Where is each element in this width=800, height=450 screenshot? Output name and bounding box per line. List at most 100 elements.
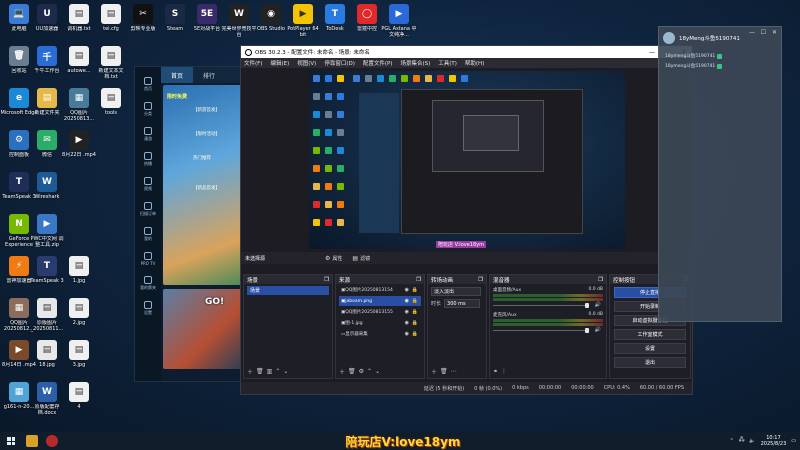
desktop-icon[interactable]: ▤ 新建文本文 档.txt bbox=[94, 46, 128, 88]
transition-type-select[interactable]: 淡入淡出 bbox=[431, 287, 481, 296]
volume-slider[interactable]: 🔊 bbox=[493, 302, 603, 308]
close-icon[interactable]: ✕ bbox=[772, 29, 777, 36]
desktop-icon[interactable]: T TeamSpeak 3 bbox=[30, 256, 64, 298]
desktop-icon[interactable]: ▤ 3.jpg bbox=[62, 340, 96, 382]
speaker-icon[interactable]: 🔈 bbox=[749, 438, 755, 444]
lock-icon[interactable]: 🔒 bbox=[412, 298, 418, 304]
app-sidebar-item[interactable]: 热播 bbox=[144, 152, 152, 167]
gear-icon[interactable]: ⚙ bbox=[359, 368, 364, 375]
desktop-icon[interactable]: ▤ 原版图片 _20250811... bbox=[30, 298, 64, 340]
exit-button[interactable]: 退出 bbox=[614, 357, 686, 368]
speaker-icon[interactable]: 🔊 bbox=[595, 327, 601, 333]
more-icon[interactable]: ⋮ bbox=[501, 368, 507, 375]
desktop-icon[interactable]: W 原版配套存档.docx bbox=[30, 382, 64, 424]
desktop-icon[interactable]: ▶ PGL Astana 中文纯净... bbox=[381, 4, 417, 46]
video-app-window[interactable]: 首页 分类 漫游 热播 视频 扫描订单 我的 PRO TV 我的票夹 设置 首页 排行 【新游首发… bbox=[134, 66, 244, 382]
chevron-up-icon[interactable]: ⌃ bbox=[730, 438, 734, 444]
avatar[interactable] bbox=[663, 32, 675, 44]
desktop-icon[interactable]: T ToDesk bbox=[318, 4, 352, 46]
source-item[interactable]: ▭ 显示器采集 ◉ 🔒 bbox=[339, 329, 421, 339]
chevron-up-icon[interactable]: ⌃ bbox=[275, 368, 280, 375]
dock-float-icon[interactable]: ❐ bbox=[478, 277, 483, 283]
dock-float-icon[interactable]: ❐ bbox=[598, 277, 603, 283]
slider-knob[interactable] bbox=[585, 303, 589, 308]
menu-item[interactable]: 视图(V) bbox=[297, 59, 316, 67]
obs-window[interactable]: OBS 30.2.3 - 配置文件: 未命名 - 场景: 未命名 — ☐ ✕ 文… bbox=[240, 45, 693, 395]
dock-float-icon[interactable]: ❐ bbox=[416, 277, 421, 283]
trash-icon[interactable]: 🗑 bbox=[440, 368, 448, 375]
desktop-icon[interactable]: ▤ tools bbox=[94, 88, 128, 130]
slider-knob[interactable] bbox=[585, 328, 589, 333]
desktop-icon[interactable]: ▤ autowe... bbox=[62, 46, 96, 88]
lock-icon[interactable]: 🔒 bbox=[412, 331, 418, 337]
properties-button[interactable]: ⚙ 属性 bbox=[325, 255, 342, 262]
clock[interactable]: 10:17 2025/8/23 bbox=[761, 435, 787, 447]
app-sidebar-item[interactable]: 分类 bbox=[144, 102, 152, 117]
app-sidebar-item[interactable]: 我的 bbox=[144, 227, 152, 242]
app-sidebar-item[interactable]: 首页 bbox=[144, 77, 152, 92]
chevron-down-icon[interactable]: ⌄ bbox=[283, 368, 288, 375]
menu-item[interactable]: 编辑(E) bbox=[270, 59, 289, 67]
trash-icon[interactable]: 🗑 bbox=[256, 368, 264, 375]
obs-preview[interactable]: 陪玩店 V:love18ym bbox=[309, 71, 625, 249]
desktop-icon[interactable]: S Steam bbox=[158, 4, 192, 46]
desktop-icon[interactable]: ▤ 调机器.txt bbox=[62, 4, 96, 46]
desktop-icon[interactable]: ◉ OBS Studio bbox=[254, 4, 288, 46]
volume-slider[interactable]: 🔊 bbox=[493, 327, 603, 333]
speaker-icon[interactable]: 🔊 bbox=[595, 302, 601, 308]
settings-button[interactable]: 设置 bbox=[614, 343, 686, 354]
trash-icon[interactable]: 🗑 bbox=[348, 368, 356, 375]
eye-icon[interactable]: ◉ bbox=[405, 309, 409, 315]
app-thumbnail[interactable]: GO! bbox=[163, 289, 243, 369]
source-item[interactable]: ▣ QQ图片20250813155 ◉ 🔒 bbox=[339, 307, 421, 317]
desktop-icon[interactable]: W Wireshark bbox=[30, 172, 64, 214]
desktop-icon[interactable]: ▤ 1.jpg bbox=[62, 256, 96, 298]
desktop-icon[interactable]: U UU加速器 bbox=[30, 4, 64, 46]
taskbar-obs-icon[interactable] bbox=[46, 435, 58, 447]
eye-icon[interactable]: ◉ bbox=[405, 331, 409, 337]
app-sidebar-item[interactable]: 视频 bbox=[144, 177, 152, 192]
app-sidebar-item[interactable]: 扫描订单 bbox=[140, 202, 156, 217]
dock-float-icon[interactable]: ❐ bbox=[324, 277, 329, 283]
desktop-icon[interactable]: 5E 5E对战平台 bbox=[190, 4, 224, 46]
lock-icon[interactable]: 🔒 bbox=[412, 320, 418, 326]
desktop-icon[interactable]: ▶ 8月22日 .mp4 bbox=[62, 130, 96, 172]
chevron-down-icon[interactable]: ⌄ bbox=[375, 368, 380, 375]
link-icon[interactable]: ⚭ bbox=[493, 368, 498, 375]
menu-item[interactable]: 工具(T) bbox=[438, 59, 457, 67]
app-tab-home[interactable]: 首页 bbox=[161, 67, 194, 83]
eye-icon[interactable]: ◉ bbox=[405, 320, 409, 326]
desktop-icon[interactable]: W 完美世界竞技平台 bbox=[221, 4, 257, 46]
desktop-icon[interactable]: ▤ 18.jpg bbox=[30, 340, 64, 382]
desktop-icon[interactable]: ✉ 微信 bbox=[30, 130, 64, 172]
source-item[interactable]: ▣ QQ图片20250813154 ◉ 🔒 bbox=[339, 285, 421, 295]
network-icon[interactable]: 🖧 bbox=[739, 437, 745, 445]
menu-item[interactable]: 配置文件(P) bbox=[363, 59, 393, 67]
add-icon[interactable]: ＋ bbox=[339, 367, 345, 376]
notification-icon[interactable]: ▭ bbox=[791, 438, 796, 444]
menu-item[interactable]: 场景集合(S) bbox=[400, 59, 430, 67]
app-sidebar-item[interactable]: PRO TV bbox=[141, 252, 155, 266]
menu-item[interactable]: 文件(F) bbox=[244, 59, 262, 67]
desktop-icon[interactable]: ◯ 雷霆中控 bbox=[350, 4, 384, 46]
source-item[interactable]: ▣ 图-1.jpg ◉ 🔒 bbox=[339, 318, 421, 328]
desktop-icon[interactable]: ▤ 2.jpg bbox=[62, 298, 96, 340]
app-sidebar-item[interactable]: 我的票夹 bbox=[140, 276, 156, 291]
app-sidebar-item[interactable]: 设置 bbox=[144, 301, 152, 316]
menu-item[interactable]: 帮助(H) bbox=[465, 59, 484, 67]
taskbar-app-icon[interactable] bbox=[26, 435, 38, 447]
start-button[interactable] bbox=[4, 432, 18, 450]
menu-item[interactable]: 停靠窗口(D) bbox=[324, 59, 355, 67]
lock-icon[interactable]: 🔒 bbox=[412, 287, 418, 293]
filter-icon[interactable]: ▥ bbox=[267, 368, 273, 375]
desktop-icon[interactable]: ▤ tei.cfg bbox=[94, 4, 128, 46]
lock-icon[interactable]: 🔒 bbox=[412, 309, 418, 315]
desktop-icon[interactable]: ▶ PotPlayer 64 bit bbox=[286, 4, 320, 46]
desktop-icon[interactable]: 千千牛工作台 bbox=[30, 46, 64, 88]
desktop-icon[interactable]: ✂ 剪映专业版 bbox=[126, 4, 160, 46]
add-icon[interactable]: ＋ bbox=[247, 367, 253, 376]
eye-icon[interactable]: ◉ bbox=[405, 298, 409, 304]
studio-mode-button[interactable]: 工作室模式 bbox=[614, 329, 686, 340]
chevron-up-icon[interactable]: ⌃ bbox=[367, 368, 372, 375]
obs-titlebar[interactable]: OBS 30.2.3 - 配置文件: 未命名 - 场景: 未命名 — ☐ ✕ bbox=[241, 46, 692, 58]
